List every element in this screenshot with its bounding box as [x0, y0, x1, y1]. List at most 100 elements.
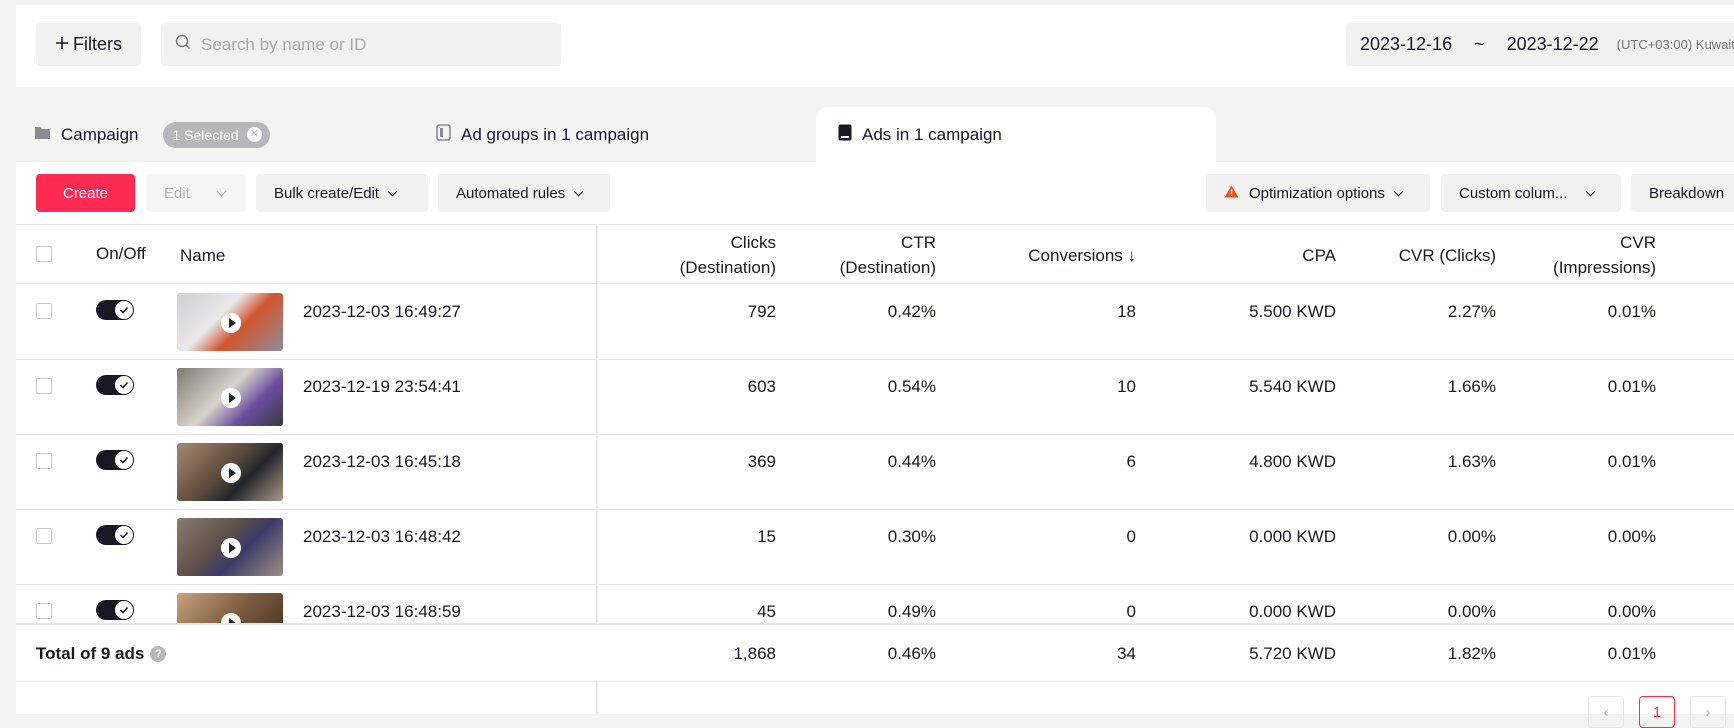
- total-cvr-impressions: 0.01%: [1607, 644, 1656, 663]
- table-row[interactable]: 2023-12-03 16:45:18 369 0.44% 6 4.800 KWD 1.6…: [16, 435, 1734, 510]
- cell-clicks: 792: [747, 302, 776, 321]
- play-icon: [221, 538, 241, 558]
- on-off-toggle[interactable]: [96, 375, 134, 395]
- ad-name[interactable]: 2023-12-03 16:48:59: [303, 600, 461, 623]
- cell-cpa: 5.500 KWD: [1249, 302, 1336, 321]
- edit-label: Edit: [164, 184, 190, 202]
- ad-video-thumbnail[interactable]: [177, 443, 283, 501]
- total-conversions: 34: [1117, 644, 1136, 663]
- on-off-toggle[interactable]: [96, 300, 134, 320]
- row-checkbox[interactable]: [36, 528, 52, 544]
- ad-video-thumbnail[interactable]: [177, 293, 283, 351]
- help-icon[interactable]: ?: [150, 646, 167, 662]
- cell-cvr-imp: 0.01%: [1607, 302, 1656, 321]
- selected-pill-label: 1 Selected: [172, 126, 239, 143]
- ad-video-thumbnail[interactable]: [177, 368, 283, 426]
- row-checkbox[interactable]: [36, 453, 52, 469]
- ad-name[interactable]: 2023-12-03 16:48:42: [303, 525, 461, 549]
- edit-button: Edit: [146, 174, 246, 212]
- check-icon: [115, 376, 133, 394]
- header-clicks-line2: (Destination): [679, 258, 776, 277]
- on-off-toggle[interactable]: [96, 450, 134, 470]
- tab-ad-groups[interactable]: Ad groups in 1 campaign: [436, 107, 649, 162]
- optimization-options-button[interactable]: Optimization options: [1206, 174, 1430, 212]
- header-name[interactable]: Name: [180, 243, 225, 268]
- ad-name[interactable]: 2023-12-03 16:45:18: [303, 450, 461, 474]
- pagination-page[interactable]: 1: [1639, 696, 1675, 728]
- header-cvr-clicks[interactable]: CVR (Clicks): [1336, 243, 1496, 268]
- total-label: Total of 9 ads: [36, 644, 145, 663]
- rules-label: Automated rules: [456, 184, 566, 202]
- header-cvr-imp-line2: (Impressions): [1553, 258, 1656, 277]
- check-icon: [115, 451, 133, 469]
- select-all-checkbox[interactable]: [36, 246, 52, 262]
- cell-ctr: 0.44%: [887, 452, 936, 471]
- chevron-down-icon: [387, 186, 398, 196]
- tab-campaign-label: Campaign: [61, 124, 139, 144]
- ad-group-icon: [436, 123, 451, 146]
- tab-ads-label: Ads in 1 campaign: [862, 124, 1002, 144]
- header-ctr-line2: (Destination): [839, 258, 936, 277]
- breakdown-button[interactable]: Breakdown: [1631, 174, 1734, 212]
- on-off-toggle[interactable]: [96, 600, 134, 620]
- table-row[interactable]: 2023-12-03 16:48:59 45 0.49% 0 0.000 KWD 0.00…: [16, 585, 1734, 624]
- ad-video-thumbnail[interactable]: [177, 518, 283, 576]
- bulk-create-edit-button[interactable]: Bulk create/Edit: [256, 174, 428, 212]
- table-row[interactable]: 2023-12-03 16:48:42 15 0.30% 0 0.000 KWD 0.00…: [16, 510, 1734, 585]
- filters-label: Filters: [73, 34, 122, 54]
- ad-video-thumbnail[interactable]: [177, 593, 283, 623]
- row-checkbox[interactable]: [36, 378, 52, 394]
- search-box[interactable]: [161, 23, 561, 66]
- pagination-prev[interactable]: ‹: [1588, 696, 1624, 728]
- on-off-toggle[interactable]: [96, 525, 134, 545]
- cell-conversions: 18: [1117, 302, 1136, 321]
- search-input[interactable]: [201, 34, 541, 55]
- total-ctr: 0.46%: [887, 644, 936, 663]
- automated-rules-button[interactable]: Automated rules: [438, 174, 610, 212]
- cell-ctr: 0.49%: [887, 602, 936, 621]
- total-label-cell: Total of 9 ads?: [36, 642, 167, 666]
- header-ctr-line1: CTR: [901, 233, 936, 252]
- cell-conversions: 10: [1117, 377, 1136, 396]
- ad-name[interactable]: 2023-12-03 16:49:27: [303, 300, 461, 324]
- total-cvr-clicks: 1.82%: [1447, 644, 1496, 663]
- cell-cpa: 0.000 KWD: [1249, 527, 1336, 546]
- row-checkbox[interactable]: [36, 603, 52, 619]
- header-clicks[interactable]: Clicks (Destination): [656, 230, 776, 280]
- pagination-next[interactable]: ›: [1690, 696, 1726, 728]
- create-label: Create: [62, 184, 109, 202]
- filters-button[interactable]: Filters: [36, 23, 141, 66]
- level-tabs: Campaign 1 Selected ✕ Ad groups in 1 cam…: [16, 107, 1734, 162]
- check-icon: [115, 526, 133, 544]
- date-start: 2023-12-16: [1360, 34, 1453, 54]
- table-row[interactable]: 2023-12-03 16:49:27 792 0.42% 18 5.500 KWD 2.…: [16, 285, 1734, 360]
- header-conversions[interactable]: Conversions ↓: [976, 243, 1136, 268]
- custom-columns-label: Custom colum...: [1459, 184, 1568, 202]
- ad-name[interactable]: 2023-12-19 23:54:41: [303, 375, 461, 399]
- tab-ads[interactable]: Ads in 1 campaign: [816, 107, 1216, 162]
- custom-columns-button[interactable]: Custom colum...: [1441, 174, 1621, 212]
- check-icon: [115, 601, 133, 619]
- cell-conversions: 0: [1126, 527, 1136, 546]
- table-total-row: Total of 9 ads? 1,868 0.46% 34 5.720 KWD…: [16, 624, 1734, 682]
- timezone-label: (UTC+03:00) Kuwait: [1616, 37, 1734, 52]
- close-icon[interactable]: ✕: [246, 127, 262, 142]
- header-on-off: On/Off: [96, 244, 146, 263]
- date-range-picker[interactable]: 2023-12-16 ~ 2023-12-22 (UTC+03:00) Kuwa…: [1346, 23, 1734, 66]
- cell-conversions: 6: [1126, 452, 1136, 471]
- header-ctr[interactable]: CTR (Destination): [816, 230, 936, 280]
- header-cvr-impressions[interactable]: CVR (Impressions): [1496, 230, 1656, 280]
- create-button[interactable]: Create: [36, 174, 135, 212]
- selected-pill[interactable]: 1 Selected ✕: [162, 121, 270, 148]
- header-cpa[interactable]: CPA: [1176, 243, 1336, 268]
- row-checkbox[interactable]: [36, 303, 52, 319]
- cell-cvr-clicks: 0.00%: [1447, 602, 1496, 621]
- date-separator: ~: [1474, 34, 1485, 54]
- ads-table-panel: Create Edit Bulk create/Edit Automated r…: [16, 162, 1734, 728]
- cell-cvr-clicks: 1.66%: [1447, 377, 1496, 396]
- total-cpa: 5.720 KWD: [1249, 644, 1336, 663]
- warning-icon: [1224, 185, 1239, 202]
- tab-campaign[interactable]: Campaign 1 Selected ✕: [34, 107, 270, 162]
- play-icon: [221, 313, 241, 333]
- table-row[interactable]: 2023-12-19 23:54:41 603 0.54% 10 5.540 KWD 1.…: [16, 360, 1734, 435]
